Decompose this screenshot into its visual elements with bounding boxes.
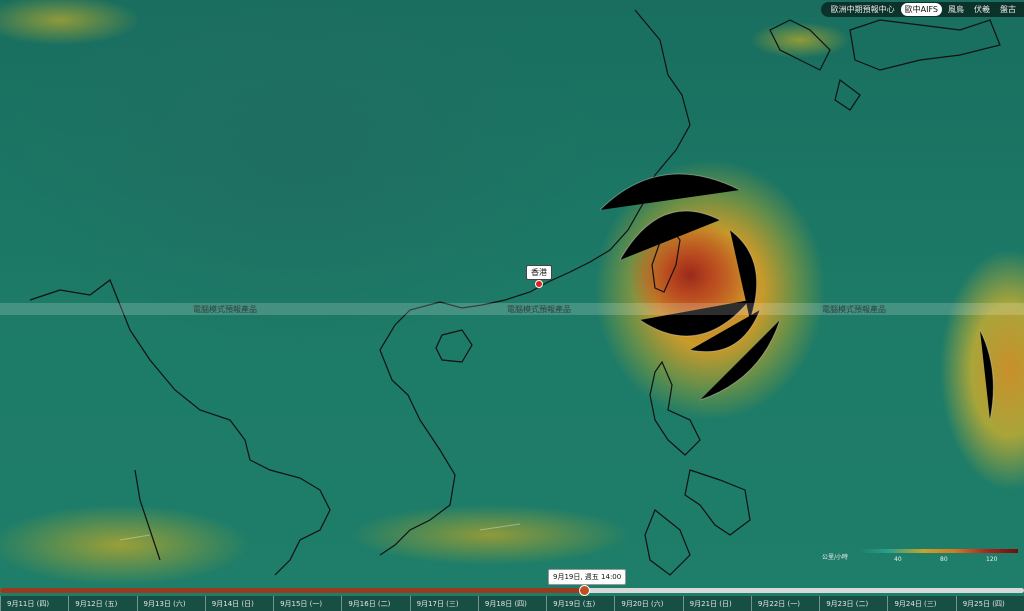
city-marker-icon[interactable] <box>535 280 543 288</box>
watermark-right: 電腦模式預報產品 <box>822 305 886 314</box>
date-tick[interactable]: 9月12日 (五) <box>68 596 136 611</box>
date-tick[interactable]: 9月17日 (三) <box>409 596 478 611</box>
slider-progress <box>0 588 584 593</box>
time-slider[interactable]: 9月19日, 週五 14:00 9月11日 (四) 9月12日 (五) 9月13日 … <box>0 569 1024 611</box>
watermark-left: 電腦模式預報產品 <box>193 305 257 314</box>
tab-fengniao[interactable]: 風鳥 <box>944 3 968 16</box>
date-tick[interactable]: 9月24日 (三) <box>887 596 955 611</box>
slider-handle[interactable]: 9月19日, 週五 14:00 <box>548 569 627 596</box>
legend-unit: 公里/小時 <box>822 554 849 561</box>
legend-color-bar <box>860 549 1018 553</box>
tab-ecmwf[interactable]: 歐洲中期預報中心 <box>827 3 899 16</box>
tab-fuxi[interactable]: 伏羲 <box>970 3 994 16</box>
legend-tick: 80 <box>940 556 948 563</box>
date-tick[interactable]: 9月13日 (六) <box>136 596 205 611</box>
date-tick[interactable]: 9月18日 (四) <box>477 596 546 611</box>
date-tick[interactable]: 9月15日 (一) <box>273 596 341 611</box>
date-tick[interactable]: 9月21日 (日) <box>682 596 751 611</box>
date-tick[interactable]: 9月11日 (四) <box>0 596 68 611</box>
date-tick[interactable]: 9月23日 (二) <box>819 596 887 611</box>
legend-tick: 40 <box>894 556 902 563</box>
date-tick[interactable]: 9月14日 (日) <box>204 596 273 611</box>
date-tick[interactable]: 9月22日 (一) <box>750 596 819 611</box>
model-tab-bar: 歐洲中期預報中心 歐中AIFS 風鳥 伏羲 盤古 <box>820 2 1024 17</box>
tab-pangu[interactable]: 盤古 <box>996 3 1020 16</box>
current-time-tooltip: 9月19日, 週五 14:00 <box>548 569 627 585</box>
legend-tick: 120 <box>986 556 998 563</box>
watermark-center: 電腦模式預報產品 <box>507 305 571 314</box>
date-tick[interactable]: 9月20日 (六) <box>614 596 682 611</box>
city-label-hong-kong[interactable]: 香港 <box>526 265 552 280</box>
wind-speed-legend: 公里/小時 40 80 120 <box>822 548 1020 564</box>
date-scale: 9月11日 (四) 9月12日 (五) 9月13日 (六) 9月14日 (日) 9月15… <box>0 596 1024 611</box>
date-tick[interactable]: 9月19日 (五) <box>546 596 614 611</box>
tab-aifs[interactable]: 歐中AIFS <box>900 3 942 16</box>
date-tick[interactable]: 9月25日 (四) <box>955 596 1024 611</box>
date-tick[interactable]: 9月16日 (二) <box>341 596 409 611</box>
